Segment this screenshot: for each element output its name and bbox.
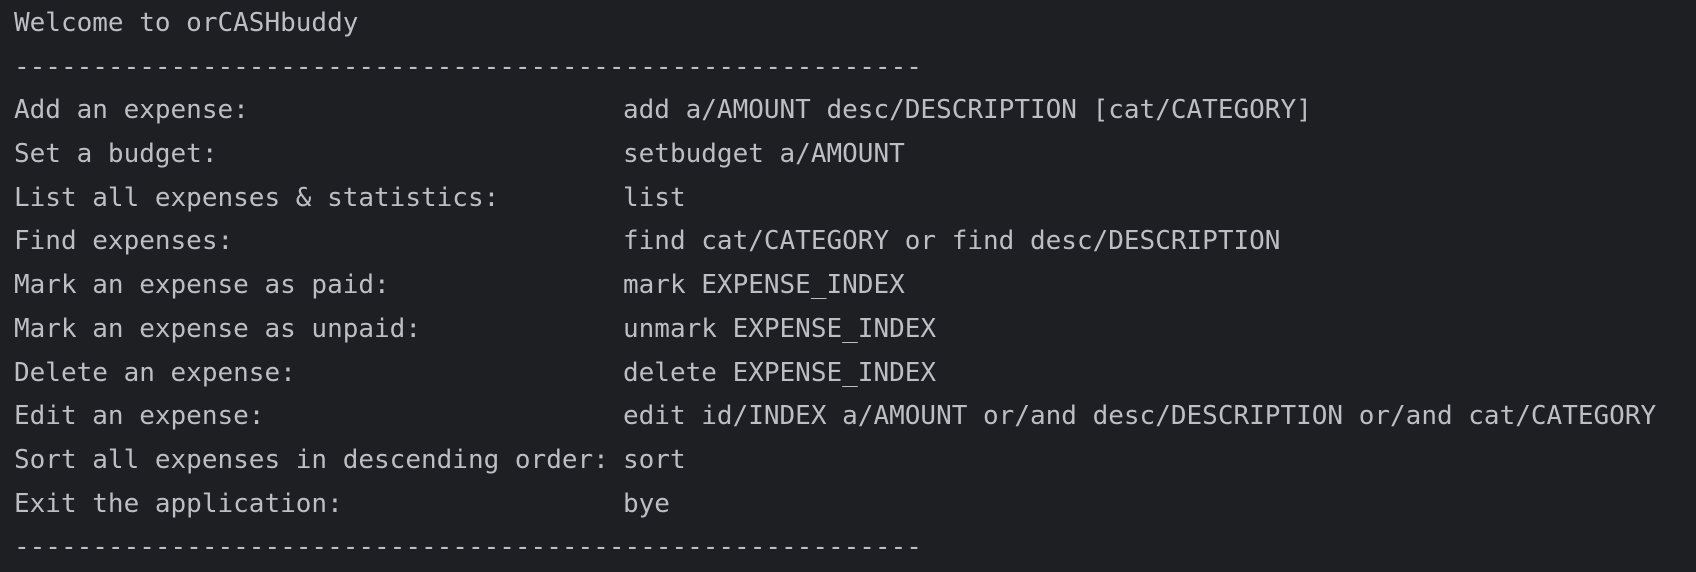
welcome-message: Welcome to orCASHbuddy <box>14 8 359 38</box>
command-syntax: setbudget a/AMOUNT <box>623 139 905 170</box>
command-row-setbudget: Set a budget: setbudget a/AMOUNT <box>14 133 1696 177</box>
command-row-mark: Mark an expense as paid: mark EXPENSE_IN… <box>14 264 1696 308</box>
command-row-add: Add an expense: add a/AMOUNT desc/DESCRI… <box>14 89 1696 133</box>
command-label: Add an expense: <box>14 95 249 126</box>
command-syntax: sort <box>623 444 686 475</box>
command-row-sort: Sort all expenses in descending order: s… <box>14 439 1696 483</box>
console-output: Welcome to orCASHbuddy -----------------… <box>0 0 1696 572</box>
command-row-unmark: Mark an expense as unpaid: unmark EXPENS… <box>14 308 1696 352</box>
command-syntax: delete EXPENSE_INDEX <box>623 357 937 388</box>
command-syntax: add a/AMOUNT desc/DESCRIPTION [cat/CATEG… <box>623 95 1312 126</box>
command-row-find: Find expenses: find cat/CATEGORY or find… <box>14 220 1696 264</box>
command-label: Delete an expense: <box>14 357 296 388</box>
command-syntax: mark EXPENSE_INDEX <box>623 270 905 301</box>
separator-top: ----------------------------------------… <box>14 51 922 82</box>
command-label: Sort all expenses in descending order: <box>14 444 609 475</box>
command-label: Exit the application: <box>14 488 343 519</box>
command-label: Mark an expense as paid: <box>14 270 390 301</box>
command-label: Find expenses: <box>14 226 234 257</box>
command-syntax: list <box>623 182 686 213</box>
command-syntax: edit id/INDEX a/AMOUNT or/and desc/DESCR… <box>623 401 1657 432</box>
command-syntax: find cat/CATEGORY or find desc/DESCRIPTI… <box>623 226 1281 257</box>
command-row-delete: Delete an expense: delete EXPENSE_INDEX <box>14 352 1696 396</box>
command-syntax: bye <box>623 488 670 519</box>
command-syntax: unmark EXPENSE_INDEX <box>623 313 937 344</box>
command-label: Edit an expense: <box>14 401 265 432</box>
separator-bottom: ----------------------------------------… <box>14 532 922 563</box>
command-label: Mark an expense as unpaid: <box>14 313 421 344</box>
command-row-list: List all expenses & statistics: list <box>14 177 1696 221</box>
command-row-edit: Edit an expense: edit id/INDEX a/AMOUNT … <box>14 395 1696 439</box>
command-row-bye: Exit the application: bye <box>14 483 1696 527</box>
command-label: List all expenses & statistics: <box>14 182 500 213</box>
command-label: Set a budget: <box>14 139 218 170</box>
